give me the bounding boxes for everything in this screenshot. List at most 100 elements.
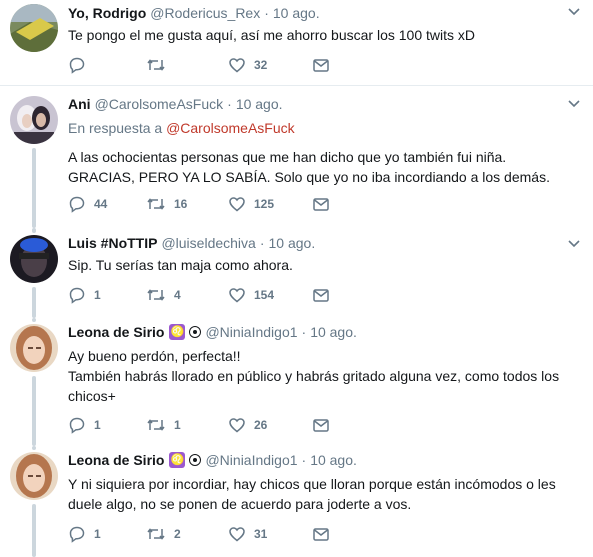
like-count: 125	[254, 197, 275, 211]
like-button[interactable]: 154	[228, 285, 312, 305]
reply-count: 1	[94, 418, 101, 432]
tweet-actions: 1 2 31	[68, 524, 330, 544]
tweet-actions: 1 1 26	[68, 415, 330, 435]
leo-zodiac-icon: ♌	[169, 324, 186, 340]
message-button[interactable]	[312, 55, 330, 75]
tweet-header: Ani @CarolsomeAsFuck · 10 ago.	[68, 94, 583, 114]
tweet-2[interactable]: Ani @CarolsomeAsFuck · 10 ago. En respue…	[0, 86, 593, 228]
reply-count: 1	[94, 527, 101, 541]
thread-line	[32, 376, 36, 446]
retweet-count: 1	[174, 418, 181, 432]
retweet-icon	[147, 419, 165, 431]
display-name[interactable]: Yo, Rodrigo	[68, 3, 146, 23]
chevron-down-icon[interactable]	[567, 236, 581, 250]
retweet-button[interactable]: 1	[146, 415, 228, 435]
heart-icon	[229, 288, 245, 303]
like-count: 26	[254, 418, 268, 432]
tweet-3[interactable]: Luis #NoTTIP @luiseldechiva · 10 ago. Si…	[0, 228, 593, 318]
timestamp[interactable]: 10 ago.	[269, 233, 316, 253]
tweet-header: Yo, Rodrigo @Rodericus_Rex · 10 ago.	[68, 3, 583, 23]
sun-symbol-icon	[189, 454, 202, 466]
heart-icon	[229, 197, 245, 212]
display-name[interactable]: Ani	[68, 94, 91, 114]
timestamp[interactable]: 10 ago.	[236, 94, 283, 114]
envelope-icon	[313, 59, 329, 72]
retweet-button[interactable]: 4	[146, 285, 228, 305]
thread-line	[32, 504, 36, 557]
tweet-text: Te pongo el me gusta aquí, así me ahorro…	[68, 27, 475, 43]
reply-count: 1	[94, 288, 101, 302]
timestamp[interactable]: 10 ago.	[310, 322, 357, 342]
tweet-4[interactable]: Leona de Sirio ♌ @NiniaIndigo1 · 10 ago.…	[0, 318, 593, 446]
thread-line	[32, 228, 36, 233]
retweet-count: 4	[174, 288, 181, 302]
like-button[interactable]: 32	[228, 55, 312, 75]
heart-icon	[229, 418, 245, 433]
reply-button[interactable]: 44	[68, 194, 146, 214]
tweet-text: Y ni siquiera por incordiar, hay chicos …	[68, 476, 556, 512]
envelope-icon	[313, 289, 329, 302]
avatar[interactable]	[10, 96, 58, 144]
like-button[interactable]: 125	[228, 194, 312, 214]
separator-dot: ·	[264, 5, 269, 21]
message-button[interactable]	[312, 194, 330, 214]
display-name[interactable]: Luis #NoTTIP	[68, 233, 157, 253]
envelope-icon	[313, 198, 329, 211]
retweet-icon	[147, 528, 165, 540]
username[interactable]: @NiniaIndigo1	[205, 322, 297, 342]
chevron-down-icon[interactable]	[567, 96, 581, 110]
like-button[interactable]: 31	[228, 524, 312, 544]
timestamp[interactable]: 10 ago.	[273, 3, 320, 23]
reply-icon	[69, 287, 85, 304]
message-button[interactable]	[312, 524, 330, 544]
tweet-header: Leona de Sirio ♌ @NiniaIndigo1 · 10 ago.	[68, 322, 583, 342]
timestamp[interactable]: 10 ago.	[310, 450, 357, 470]
username[interactable]: @Rodericus_Rex	[150, 3, 260, 23]
avatar[interactable]	[10, 235, 58, 283]
tweet-actions: 44 16 125	[68, 194, 330, 214]
message-button[interactable]	[312, 285, 330, 305]
reply-button[interactable]: 1	[68, 415, 146, 435]
avatar[interactable]	[10, 4, 58, 52]
reply-mention-link[interactable]: @CarolsomeAsFuck	[166, 120, 295, 136]
thread-line	[32, 148, 36, 228]
username[interactable]: @NiniaIndigo1	[205, 450, 297, 470]
username[interactable]: @CarolsomeAsFuck	[95, 94, 224, 114]
tweet-text: Sip. Tu serías tan maja como ahora.	[68, 257, 293, 273]
separator-dot: ·	[259, 235, 265, 251]
retweet-button[interactable]	[146, 55, 228, 75]
message-button[interactable]	[312, 415, 330, 435]
thread-line	[32, 318, 36, 322]
like-button[interactable]: 26	[228, 415, 312, 435]
tweet-1[interactable]: Yo, Rodrigo @Rodericus_Rex · 10 ago. Te …	[0, 0, 593, 84]
retweet-button[interactable]: 16	[146, 194, 228, 214]
tweet-text: Ay bueno perdón, perfecta!! También habr…	[68, 346, 568, 406]
reply-context: En respuesta a @CarolsomeAsFuck	[68, 118, 583, 138]
separator-dot: ·	[301, 452, 307, 468]
retweet-button[interactable]: 2	[146, 524, 228, 544]
thread-line	[32, 287, 36, 318]
tweet-text-line: Ay bueno perdón, perfecta!!	[68, 348, 241, 364]
tweet-5[interactable]: Leona de Sirio ♌ @NiniaIndigo1 · 10 ago.…	[0, 446, 593, 557]
separator-dot: ·	[227, 96, 232, 112]
reply-button[interactable]: 1	[68, 285, 146, 305]
retweet-count: 16	[174, 197, 188, 211]
display-name[interactable]: Leona de Sirio	[68, 322, 164, 342]
envelope-icon	[313, 419, 329, 432]
thread-line	[32, 446, 36, 450]
username[interactable]: @luiseldechiva	[161, 233, 255, 253]
reply-button[interactable]: 1	[68, 524, 146, 544]
avatar[interactable]	[10, 452, 58, 500]
heart-icon	[229, 527, 245, 542]
envelope-icon	[313, 528, 329, 541]
reply-label: En respuesta a	[68, 120, 163, 136]
leo-zodiac-icon: ♌	[169, 452, 186, 468]
heart-icon	[229, 58, 245, 73]
tweet-actions: 32	[68, 55, 330, 75]
chevron-down-icon[interactable]	[567, 4, 581, 18]
sun-symbol-icon	[189, 326, 202, 338]
reply-button[interactable]	[68, 55, 146, 75]
display-name[interactable]: Leona de Sirio	[68, 450, 164, 470]
avatar[interactable]	[10, 324, 58, 372]
tweet-actions: 1 4 154	[68, 285, 330, 305]
